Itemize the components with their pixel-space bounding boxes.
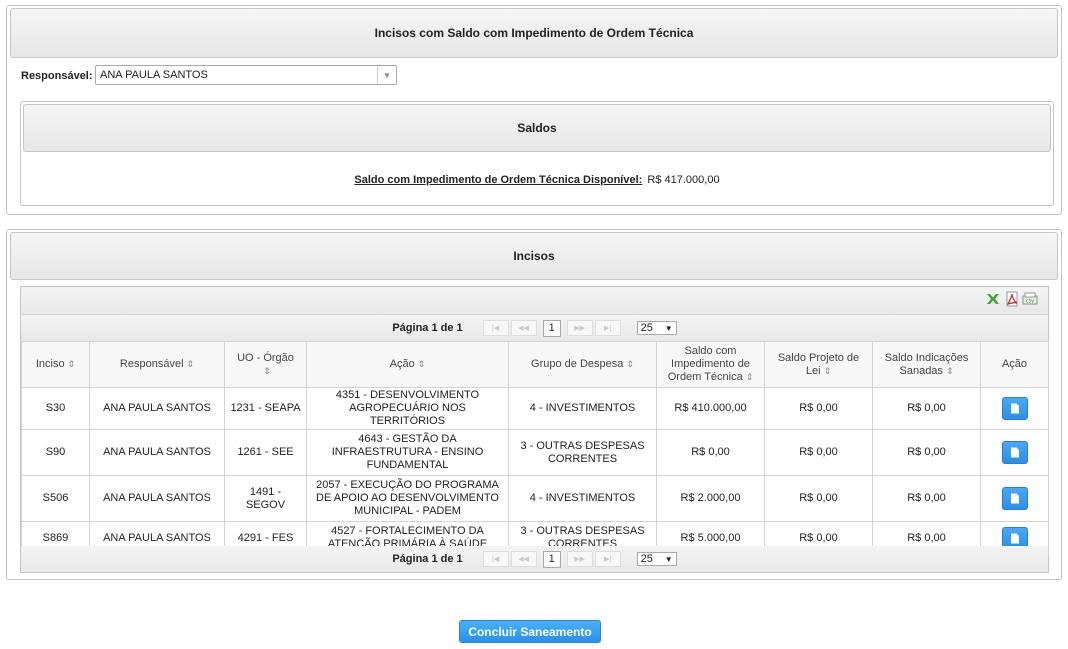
cell-inciso: S506: [21, 475, 90, 522]
cell-responsavel: ANA PAULA SANTOS: [89, 429, 225, 476]
cell-grupo-despesa: 3 - OUTRAS DESPESAS CORRENTES: [508, 429, 657, 476]
sort-icon[interactable]: ⇕: [626, 359, 634, 369]
export-toolbar: csv: [21, 287, 1048, 315]
document-button[interactable]: [1001, 487, 1028, 510]
table-header-row: Inciso ⇕ Responsável ⇕ UO - Órgão ⇕ Ação ⇕ G…: [21, 341, 1049, 388]
responsavel-label: Responsável:: [21, 70, 93, 82]
cell-responsavel: ANA PAULA SANTOS: [89, 387, 225, 430]
chevron-down-icon: ▼: [664, 323, 673, 333]
prev-page-button[interactable]: ◀◀: [510, 551, 537, 567]
incisos-grid: csv Página 1 de 1 |◀ ◀◀ 1 ▶▶ ▶| 25 ▼ Inc…: [20, 286, 1049, 573]
table-row: S30 ANA PAULA SANTOS 1231 - SEAPA 4351 -…: [21, 387, 1049, 430]
cell-acao: 2057 - EXECUÇÃO DO PROGRAMA DE APOIO AO …: [306, 475, 509, 522]
pager-bottom: Página 1 de 1 |◀ ◀◀ 1 ▶▶ ▶| 25 ▼: [21, 546, 1048, 572]
saldo-row: Saldo com Impedimento de Ordem Técnica D…: [21, 174, 1053, 186]
document-icon: [1010, 447, 1019, 458]
excel-icon[interactable]: [985, 291, 1001, 307]
col-uo-orgao[interactable]: UO - Órgão ⇕: [224, 341, 307, 388]
col-inciso[interactable]: Inciso ⇕: [21, 341, 90, 388]
sort-icon[interactable]: ⇕: [187, 359, 195, 369]
document-icon: [1010, 493, 1019, 504]
cell-saldo-projeto-lei: R$ 0,00: [764, 429, 873, 476]
cell-grupo-despesa: 4 - INVESTIMENTOS: [508, 387, 657, 430]
col-acao-buttons: Ação: [980, 341, 1049, 388]
concluir-saneamento-button[interactable]: Concluir Saneamento: [459, 620, 601, 643]
incisos-title: Incisos: [10, 232, 1058, 280]
cell-saldo-projeto-lei: R$ 0,00: [764, 387, 873, 430]
table-row: S90 ANA PAULA SANTOS 1261 - SEE 4643 - G…: [21, 429, 1049, 476]
pager-text: Página 1 de 1: [392, 322, 463, 334]
first-page-button[interactable]: |◀: [482, 320, 509, 336]
saldos-title: Saldos: [23, 104, 1051, 152]
saldo-value: R$ 417.000,00: [647, 174, 720, 186]
col-grupo-despesa[interactable]: Grupo de Despesa ⇕: [508, 341, 657, 388]
page-input[interactable]: 1: [542, 550, 561, 568]
document-icon: [1010, 403, 1019, 414]
sort-icon[interactable]: ⇕: [746, 372, 754, 382]
page-size-value: 25: [640, 553, 653, 565]
responsavel-select-value: ANA PAULA SANTOS: [100, 69, 208, 81]
document-button[interactable]: [1001, 397, 1028, 420]
cell-grupo-despesa: 4 - INVESTIMENTOS: [508, 475, 657, 522]
page-title: Incisos com Saldo com Impedimento de Ord…: [10, 8, 1058, 58]
next-page-button[interactable]: ▶▶: [566, 320, 593, 336]
next-page-button[interactable]: ▶▶: [566, 551, 593, 567]
cell-saldo-projeto-lei: R$ 0,00: [764, 475, 873, 522]
cell-saldo-impedimento: R$ 0,00: [656, 429, 765, 476]
sort-icon[interactable]: ⇕: [946, 366, 954, 376]
cell-action: [980, 387, 1049, 430]
chevron-down-icon[interactable]: ▼: [377, 66, 396, 84]
cell-saldo-impedimento: R$ 2.000,00: [656, 475, 765, 522]
incisos-table: Inciso ⇕ Responsável ⇕ UO - Órgão ⇕ Ação ⇕ G…: [21, 341, 1049, 555]
cell-saldo-impedimento: R$ 410.000,00: [656, 387, 765, 430]
cell-saldo-indicacoes: R$ 0,00: [872, 475, 981, 522]
cell-acao: 4351 - DESENVOLVIMENTO AGROPECUÁRIO NOS …: [306, 387, 509, 430]
cell-action: [980, 429, 1049, 476]
page-input[interactable]: 1: [542, 319, 561, 337]
cell-uo-orgao: 1231 - SEAPA: [224, 387, 307, 430]
cell-uo-orgao: 1261 - SEE: [224, 429, 307, 476]
chevron-down-icon: ▼: [664, 554, 673, 564]
pager-top: Página 1 de 1 |◀ ◀◀ 1 ▶▶ ▶| 25 ▼: [21, 315, 1048, 341]
sort-icon[interactable]: ⇕: [824, 366, 832, 376]
top-panel: Incisos com Saldo com Impedimento de Ord…: [6, 5, 1062, 215]
document-button[interactable]: [1001, 441, 1028, 464]
last-page-button[interactable]: ▶|: [594, 551, 621, 567]
cell-inciso: S90: [21, 429, 90, 476]
first-page-button[interactable]: |◀: [482, 551, 509, 567]
cell-uo-orgao: 1491 - SEGOV: [224, 475, 307, 522]
page-size-select[interactable]: 25 ▼: [636, 552, 677, 566]
document-icon: [1010, 533, 1019, 543]
prev-page-button[interactable]: ◀◀: [510, 320, 537, 336]
table-body: S30 ANA PAULA SANTOS 1231 - SEAPA 4351 -…: [21, 387, 1049, 555]
cell-action: [980, 475, 1049, 522]
last-page-button[interactable]: ▶|: [594, 320, 621, 336]
page-size-select[interactable]: 25 ▼: [636, 321, 677, 335]
sort-icon[interactable]: ⇕: [68, 359, 76, 369]
page-size-value: 25: [640, 322, 653, 334]
col-saldo-projeto-lei[interactable]: Saldo Projeto de Lei ⇕: [764, 341, 873, 388]
col-responsavel[interactable]: Responsável ⇕: [89, 341, 225, 388]
col-acao[interactable]: Ação ⇕: [306, 341, 509, 388]
cell-saldo-indicacoes: R$ 0,00: [872, 387, 981, 430]
pdf-icon[interactable]: [1004, 291, 1020, 307]
table-row: S506 ANA PAULA SANTOS 1491 - SEGOV 2057 …: [21, 475, 1049, 522]
csv-icon[interactable]: csv: [1022, 291, 1038, 307]
sort-icon[interactable]: ⇕: [263, 366, 271, 376]
col-saldo-indicacoes[interactable]: Saldo Indicações Sanadas ⇕: [872, 341, 981, 388]
sort-icon[interactable]: ⇕: [418, 359, 426, 369]
cell-responsavel: ANA PAULA SANTOS: [89, 475, 225, 522]
pager-text: Página 1 de 1: [392, 553, 463, 565]
svg-text:csv: csv: [1026, 299, 1034, 305]
saldo-label: Saldo com Impedimento de Ordem Técnica D…: [354, 174, 643, 186]
saldos-panel: Saldos Saldo com Impedimento de Ordem Té…: [20, 101, 1054, 206]
col-saldo-impedimento[interactable]: Saldo com Impedimento de Ordem Técnica ⇕: [656, 341, 765, 388]
incisos-panel: Incisos csv Página 1 de 1 |◀ ◀◀ 1 ▶▶ ▶|: [6, 229, 1062, 580]
cell-acao: 4643 - GESTÃO DA INFRAESTRUTURA - ENSINO…: [306, 429, 509, 476]
cell-saldo-indicacoes: R$ 0,00: [872, 429, 981, 476]
cell-inciso: S30: [21, 387, 90, 430]
responsavel-select[interactable]: ANA PAULA SANTOS ▼: [95, 65, 397, 85]
